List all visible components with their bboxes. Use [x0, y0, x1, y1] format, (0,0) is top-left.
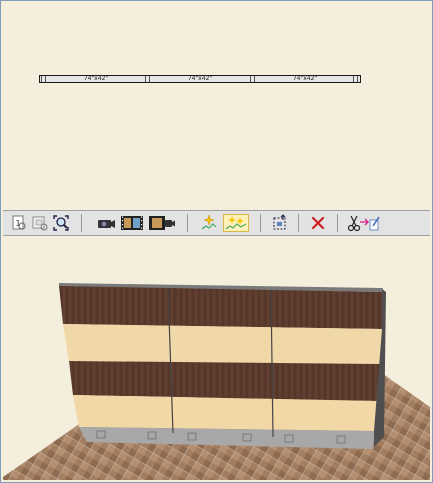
camera-button[interactable] [96, 214, 115, 232]
zoom-extents-button[interactable] [52, 214, 70, 232]
cut-paste-icon [347, 215, 380, 232]
toolbar-separator [298, 214, 299, 232]
film-camera-icon [149, 216, 175, 230]
zoom-window-button[interactable] [31, 214, 49, 232]
sparkle-render-icon [201, 214, 217, 230]
zoom-extents-icon [53, 215, 69, 231]
wall-bar[interactable]: 74"x42" 74"x42" 74"x42" [39, 75, 361, 83]
render-all-button[interactable] [223, 214, 249, 232]
toolbar-separator [187, 214, 188, 232]
camera-icon [98, 220, 115, 228]
sparkle-render-all-icon [225, 216, 247, 230]
3d-scene [3, 283, 430, 480]
delete-icon [311, 216, 325, 230]
3d-view[interactable] [3, 237, 430, 480]
select-area-icon [273, 214, 286, 230]
toolbar-separator [81, 214, 82, 232]
wall-segment-label[interactable]: 74"x42" [46, 76, 146, 82]
segment-joint [353, 76, 358, 82]
render-button[interactable] [200, 214, 218, 232]
film-strip-icon [121, 216, 143, 230]
zoom-window-icon [32, 216, 48, 231]
zoom-page-icon: 1 [12, 215, 26, 230]
wall-segment-label[interactable]: 74"x42" [255, 76, 355, 82]
cabinet-wall[interactable] [59, 283, 386, 449]
film-camera-button[interactable] [148, 214, 176, 232]
wall-segment-label[interactable]: 74"x42" [150, 76, 250, 82]
cut-paste-button[interactable] [346, 214, 382, 232]
plan-view[interactable]: 74"x42" 74"x42" 74"x42" [3, 3, 430, 207]
film-strip-button[interactable] [120, 214, 144, 232]
app-window: 74"x42" 74"x42" 74"x42" 1 [0, 0, 433, 483]
delete-button[interactable] [309, 214, 327, 232]
toolbar-separator [260, 214, 261, 232]
zoom-page-button[interactable]: 1 [10, 214, 28, 232]
toolbar-separator [337, 214, 338, 232]
select-area-button[interactable] [271, 214, 289, 232]
view-toolbar: 1 [3, 210, 430, 236]
